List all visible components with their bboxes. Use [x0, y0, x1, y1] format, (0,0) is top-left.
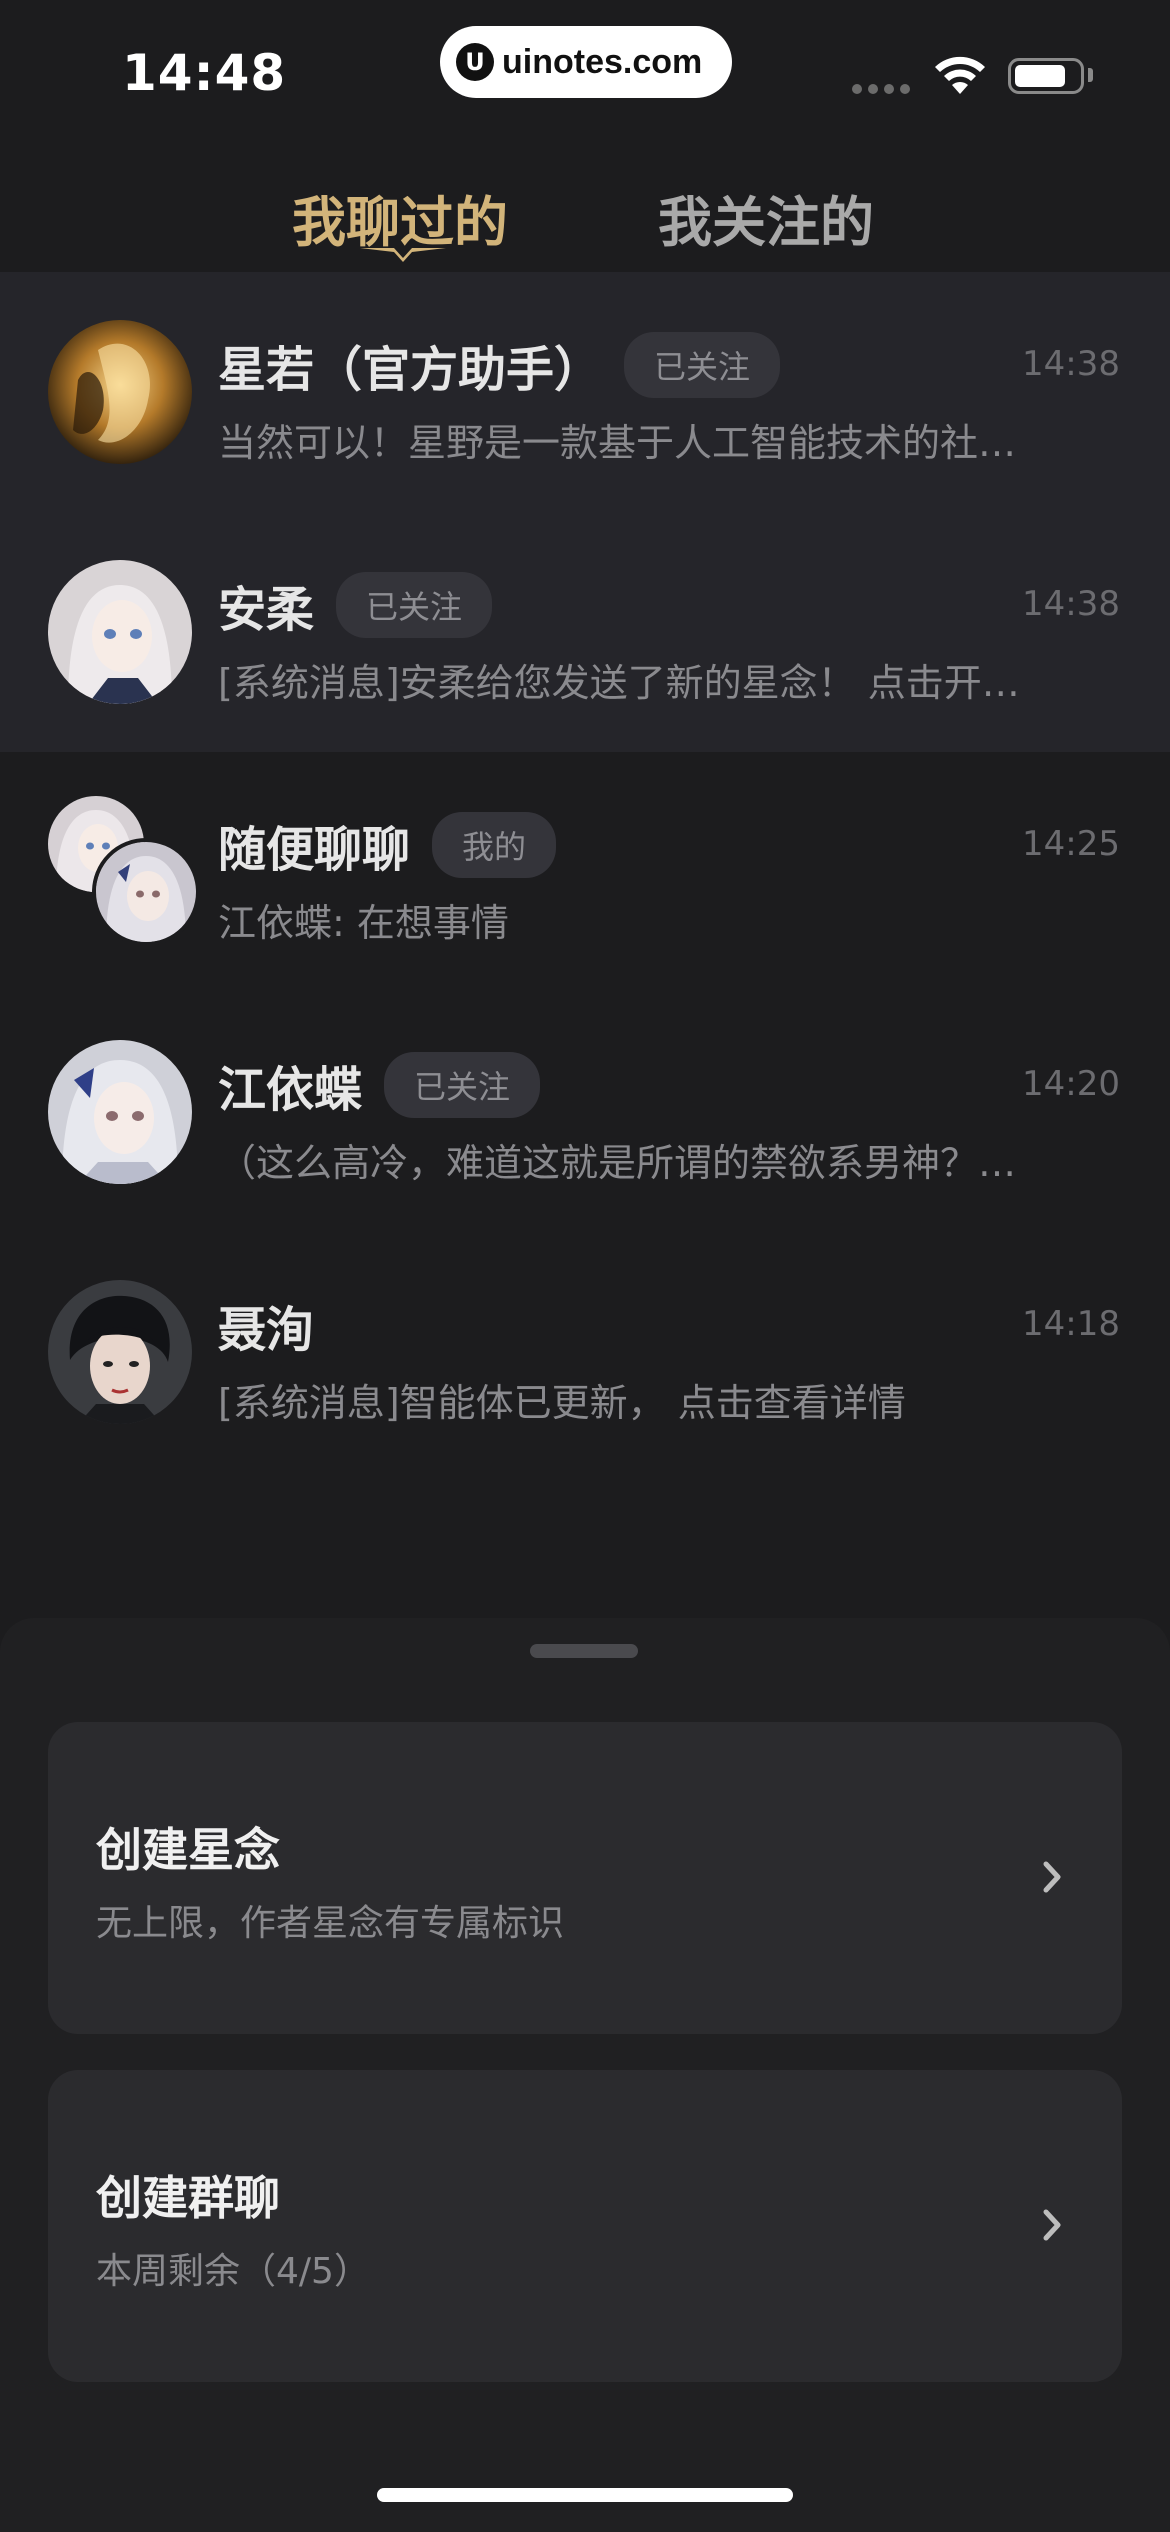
chat-header: 随便聊聊 我的 — [218, 810, 557, 880]
avatar[interactable] — [48, 1280, 192, 1424]
battery-level — [1015, 65, 1065, 87]
owner-badge: 我的 — [432, 812, 557, 878]
action-subtitle: 无上限，作者星念有专属标识 — [96, 1903, 565, 1944]
chat-preview: （这么高冷，难道这就是所谓的禁欲系男神？… — [218, 1141, 1017, 1185]
avatar[interactable] — [48, 320, 192, 464]
chevron-right-icon — [1043, 2209, 1061, 2241]
action-title: 创建星念 — [96, 1823, 280, 1877]
status-time: 14:48 — [122, 44, 287, 102]
tab-following[interactable]: 我关注的 — [658, 178, 874, 257]
cellular-signal-icon — [852, 84, 910, 94]
avatar[interactable] — [48, 1040, 192, 1184]
follow-badge: 已关注 — [336, 572, 493, 638]
chat-preview: [系统消息]安柔给您发送了新的星念！ 点击开… — [218, 661, 1020, 705]
chat-header: 江依蝶 已关注 — [218, 1050, 541, 1120]
sheet-drag-handle[interactable] — [530, 1644, 638, 1658]
chat-time: 14:38 — [1022, 344, 1120, 384]
chat-header: 聂洵 — [218, 1290, 314, 1360]
watermark-text: uinotes.com — [502, 42, 703, 81]
chat-name: 随便聊聊 — [218, 822, 411, 878]
follow-badge: 已关注 — [624, 332, 781, 398]
chat-name: 聂洵 — [218, 1302, 315, 1358]
chat-list: 星若（官方助手） 已关注 14:38 当然可以！星野是一款基于人工智能技术的社…… — [0, 272, 1170, 1472]
chat-row[interactable]: 安柔 已关注 14:38 [系统消息]安柔给您发送了新的星念！ 点击开… — [0, 512, 1170, 752]
action-title: 创建群聊 — [96, 2171, 280, 2225]
battery-icon — [1008, 58, 1084, 94]
chat-time: 14:25 — [1022, 824, 1120, 864]
chat-header: 安柔 已关注 — [218, 570, 493, 640]
chat-preview: [系统消息]智能体已更新， 点击查看详情 — [218, 1381, 906, 1425]
tab-bar: 我聊过的 我关注的 — [0, 160, 1170, 270]
chat-time: 14:38 — [1022, 584, 1120, 624]
chat-time: 14:18 — [1022, 1304, 1120, 1344]
follow-badge: 已关注 — [384, 1052, 541, 1118]
chat-row[interactable]: 聂洵 14:18 [系统消息]智能体已更新， 点击查看详情 — [0, 1232, 1170, 1472]
chat-name: 安柔 — [218, 582, 315, 638]
avatar[interactable] — [48, 560, 192, 704]
chat-preview: 江依蝶: 在想事情 — [218, 901, 509, 945]
chat-row[interactable]: 星若（官方助手） 已关注 14:38 当然可以！星野是一款基于人工智能技术的社… — [0, 272, 1170, 512]
battery-cap — [1088, 68, 1093, 82]
status-bar: 14:48 U uinotes.com — [0, 0, 1170, 140]
chat-row[interactable]: 随便聊聊 我的 14:25 江依蝶: 在想事情 — [0, 752, 1170, 992]
watermark-badge: U uinotes.com — [440, 26, 732, 98]
action-subtitle: 本周剩余（4/5） — [96, 2251, 370, 2292]
chat-time: 14:20 — [1022, 1064, 1120, 1104]
chat-preview: 当然可以！星野是一款基于人工智能技术的社… — [218, 421, 1017, 465]
create-xingnian-button[interactable]: 创建星念 无上限，作者星念有专属标识 — [48, 1722, 1122, 2034]
create-group-chat-button[interactable]: 创建群聊 本周剩余（4/5） — [48, 2070, 1122, 2382]
group-avatar-secondary[interactable] — [92, 838, 200, 946]
chat-name: 星若（官方助手） — [218, 342, 603, 398]
tab-active-indicator-icon — [360, 248, 446, 262]
chat-header: 星若（官方助手） 已关注 — [218, 330, 781, 400]
wifi-icon — [935, 56, 985, 94]
watermark-logo-icon: U — [456, 43, 494, 81]
home-indicator[interactable] — [377, 2488, 793, 2502]
chat-name: 江依蝶 — [218, 1062, 363, 1118]
chat-row[interactable]: 江依蝶 已关注 14:20 （这么高冷，难道这就是所谓的禁欲系男神？… — [0, 992, 1170, 1232]
create-sheet: 创建星念 无上限，作者星念有专属标识 创建群聊 本周剩余（4/5） — [0, 1618, 1170, 2532]
chevron-right-icon — [1043, 1861, 1061, 1893]
